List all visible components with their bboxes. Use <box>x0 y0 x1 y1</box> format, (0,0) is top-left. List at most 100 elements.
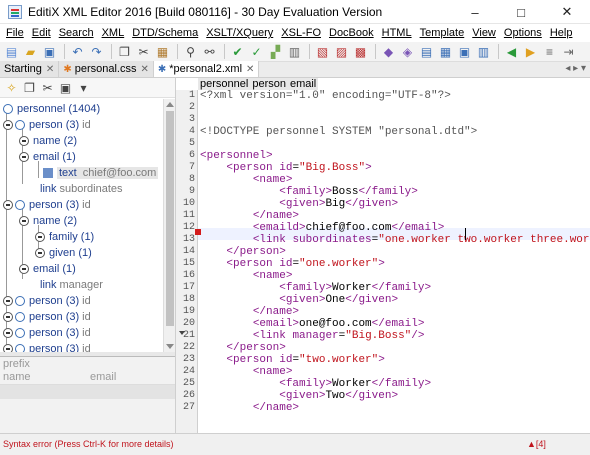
tree-node[interactable]: person (3) id <box>3 309 91 325</box>
tree-node[interactable]: person (3) id <box>3 117 91 133</box>
copy-node-icon[interactable]: ❐ <box>22 80 37 95</box>
tree-node[interactable]: personnel (1404) <box>3 101 100 117</box>
back-icon[interactable]: ◀ <box>503 43 520 60</box>
expand-toggle-icon[interactable] <box>19 216 29 226</box>
xml-editor[interactable]: personnel person email 1 2 3 4 5 6 7 8 9 10 11 12 13… <box>176 78 590 433</box>
minimize-button[interactable]: – <box>452 0 498 24</box>
tab-scroll-arrows-icon[interactable]: ◂ ▸ ▾ <box>565 63 586 74</box>
expand-toggle-icon[interactable] <box>35 232 45 242</box>
close-icon[interactable]: ✕ <box>246 64 254 75</box>
cut-icon[interactable]: ✂ <box>135 43 152 60</box>
code-line[interactable]: <given>Two</given> <box>200 390 398 402</box>
code-area[interactable]: <?xml version="1.0" encoding="UTF-8"?> <!… <box>200 90 590 433</box>
code-line[interactable]: <!DOCTYPE personnel SYSTEM "personal.dtd… <box>200 126 477 138</box>
tree-node[interactable]: email (1) <box>19 149 76 165</box>
code-line[interactable]: <family>Worker</family> <box>200 378 431 390</box>
code-line[interactable]: </person> <box>200 342 285 354</box>
code-line[interactable]: </person> <box>200 246 285 258</box>
scroll-up-icon[interactable] <box>166 102 174 107</box>
tab-starting[interactable]: Starting ✕ <box>0 61 60 77</box>
tree-node-selected[interactable]: text chief@foo.com <box>43 165 159 181</box>
expand-toggle-icon[interactable] <box>3 312 13 322</box>
tree-node[interactable]: person (3) id <box>3 197 91 213</box>
expand-toggle-icon[interactable] <box>3 296 13 306</box>
redo-icon[interactable]: ↷ <box>88 43 105 60</box>
close-icon[interactable]: ✕ <box>140 64 148 75</box>
fold-arrow-icon[interactable] <box>179 331 185 335</box>
breadcrumb-item[interactable]: person <box>250 78 288 90</box>
transform-icon[interactable]: ▨ <box>333 43 350 60</box>
menu-docbook[interactable]: DocBook <box>325 27 378 39</box>
tab-personal-css[interactable]: ✱ personal.css ✕ <box>59 61 154 77</box>
open-folder-icon[interactable]: ▰ <box>22 43 39 60</box>
tree-node[interactable]: person (3) id <box>3 293 91 309</box>
expand-toggle-icon[interactable] <box>3 344 13 352</box>
preview-icon[interactable]: ▩ <box>352 43 369 60</box>
forward-icon[interactable]: ▶ <box>522 43 539 60</box>
code-line[interactable]: <emaild>chief@foo.com</email> <box>200 222 444 234</box>
schema-icon[interactable]: ▤ <box>418 43 435 60</box>
copy-icon[interactable]: ❐ <box>116 43 133 60</box>
paste-icon[interactable]: ▦ <box>154 43 171 60</box>
docbook-icon[interactable]: ▥ <box>475 43 492 60</box>
code-line[interactable]: <given>One</given> <box>200 294 398 306</box>
code-line[interactable]: <?xml version="1.0" encoding="UTF-8"?> <box>200 90 451 102</box>
code-line[interactable]: <person id="Big.Boss"> <box>200 162 371 174</box>
expand-toggle-icon[interactable] <box>3 328 13 338</box>
save-icon[interactable]: ▣ <box>41 43 58 60</box>
search-icon[interactable]: ⚲ <box>182 43 199 60</box>
breadcrumb-item[interactable]: personnel <box>198 78 250 90</box>
code-line[interactable]: <person id="two.worker"> <box>200 354 384 366</box>
xml-tree[interactable]: personnel (1404) person (3) id name (2) … <box>0 99 163 352</box>
status-error-message[interactable]: Syntax error (Press Ctrl-K for more deta… <box>3 439 174 449</box>
code-line[interactable]: <link subordinates="one.worker two.worke… <box>200 234 590 246</box>
menu-dtd-schema[interactable]: DTD/Schema <box>128 27 202 39</box>
close-icon[interactable]: ✕ <box>46 64 54 75</box>
tree-node[interactable]: link manager <box>26 277 103 293</box>
expand-toggle-icon[interactable] <box>35 248 45 258</box>
paste-node-icon[interactable]: ▣ <box>58 80 73 95</box>
tree-node[interactable]: family (1) <box>35 229 94 245</box>
maximize-button[interactable]: □ <box>498 0 544 24</box>
tree-scrollbar[interactable] <box>163 99 175 352</box>
tree-node[interactable]: person (3) id <box>3 341 91 352</box>
code-line[interactable]: </name> <box>200 402 299 414</box>
menu-html[interactable]: HTML <box>378 27 416 39</box>
code-line[interactable]: <person id="one.worker"> <box>200 258 384 270</box>
code-line[interactable]: <name> <box>200 174 293 186</box>
tree-node[interactable]: name (2) <box>19 213 77 229</box>
tree-options-icon[interactable]: ▾ <box>76 80 91 95</box>
tree-node[interactable]: given (1) <box>35 245 92 261</box>
project-icon[interactable]: ▦ <box>437 43 454 60</box>
menu-file[interactable]: File <box>2 27 28 39</box>
menu-search[interactable]: Search <box>55 27 98 39</box>
code-line[interactable]: <family>Boss</family> <box>200 186 418 198</box>
menu-edit[interactable]: Edit <box>28 27 55 39</box>
menu-xsl-fo[interactable]: XSL-FO <box>277 27 325 39</box>
menu-xslt-xquery[interactable]: XSLT/XQuery <box>202 27 277 39</box>
expand-toggle-icon[interactable] <box>3 200 13 210</box>
scroll-down-icon[interactable] <box>166 344 174 349</box>
tree-node[interactable]: person (3) id <box>3 325 91 341</box>
tree-icon[interactable]: ▥ <box>286 43 303 60</box>
menu-help[interactable]: Help <box>546 27 577 39</box>
code-line[interactable]: </name> <box>200 306 299 318</box>
expand-toggle-icon[interactable] <box>19 264 29 274</box>
error-count-badge[interactable]: ▲[4] <box>527 439 546 449</box>
tree-node[interactable]: email (1) <box>19 261 76 277</box>
attributes-row[interactable] <box>0 385 175 399</box>
code-line[interactable]: <given>Big</given> <box>200 198 398 210</box>
code-line[interactable]: </name> <box>200 210 299 222</box>
tree-node[interactable]: name (2) <box>19 133 77 149</box>
next-icon[interactable]: ≡ <box>541 43 558 60</box>
menu-options[interactable]: Options <box>500 27 546 39</box>
format-icon[interactable]: ▞ <box>267 43 284 60</box>
code-line[interactable]: <link manager="Big.Boss"/> <box>200 330 425 342</box>
expand-toggle-icon[interactable] <box>19 152 29 162</box>
menu-template[interactable]: Template <box>416 27 469 39</box>
snippet-icon[interactable]: ◈ <box>399 43 416 60</box>
menu-view[interactable]: View <box>468 27 500 39</box>
code-line[interactable]: <email>one@foo.com</email> <box>200 318 425 330</box>
expand-toggle-icon[interactable] <box>19 136 29 146</box>
tab-personal2-xml[interactable]: ✱ *personal2.xml ✕ <box>153 61 260 77</box>
